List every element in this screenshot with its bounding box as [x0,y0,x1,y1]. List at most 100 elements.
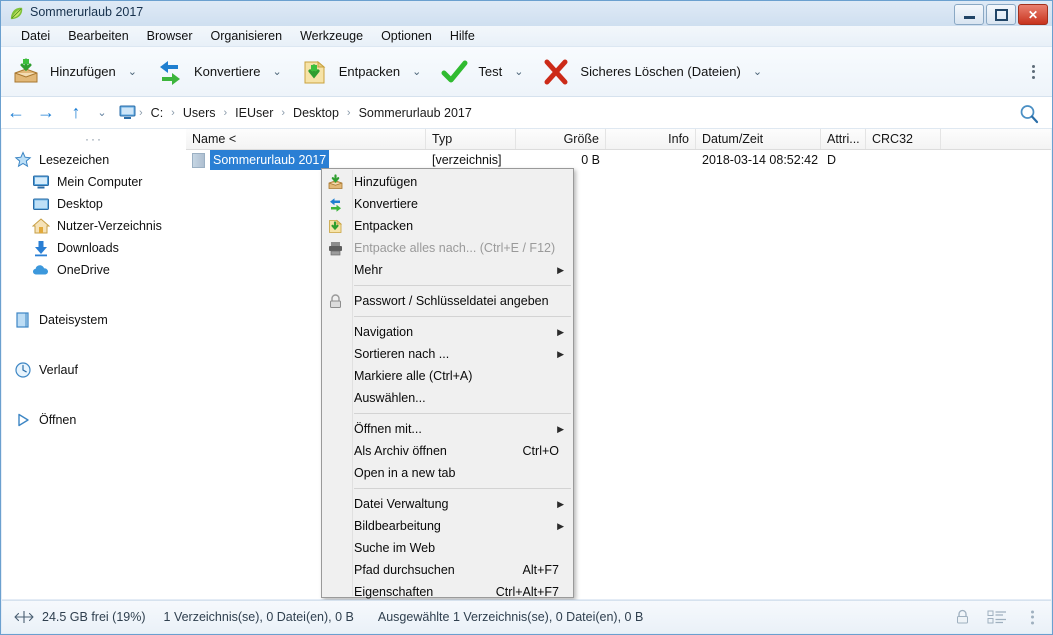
toolbar-button-test[interactable]: Test ⌄ [429,50,531,94]
sidebar-label: Mein Computer [57,175,143,189]
chevron-down-icon[interactable]: ⌄ [128,65,137,78]
sidebar-item-verlauf[interactable]: Verlauf [2,359,186,381]
check-icon [439,57,469,87]
computer-icon[interactable] [119,105,136,120]
chevron-down-icon[interactable]: ⌄ [412,65,421,78]
maximize-icon [994,8,1008,21]
context-menu-item-bildbearbeitung[interactable]: Bildbearbeitung ▶ [322,515,573,537]
context-menu-item-pfad-durchsuchen[interactable]: Pfad durchsuchen Alt+F7 [322,559,573,581]
column-header-crc32[interactable]: CRC32 [866,129,941,149]
convert-arrows-icon [327,196,344,213]
breadcrumb-item-ieuser[interactable]: IEUser [228,102,280,124]
context-menu-item-open-in-new-tab[interactable]: Open in a new tab [322,462,573,484]
submenu-arrow-icon: ▶ [557,264,564,275]
table-row[interactable]: Sommerurlaub 2017 [verzeichnis] 0 B 2018… [186,150,1051,170]
column-header-name[interactable]: Name < [186,129,426,149]
context-menu-item-passwort[interactable]: Passwort / Schlüsseldatei angeben [322,290,573,312]
context-menu-label: Navigation [354,325,414,339]
toolbar-button-hinzufuegen[interactable]: Hinzufügen ⌄ [1,50,145,94]
forward-button[interactable]: → [31,98,61,128]
sidebar-item-nutzer-verzeichnis[interactable]: Nutzer-Verzeichnis [2,215,186,237]
resize-handle-icon[interactable] [14,610,34,624]
menu-item-werkzeuge[interactable]: Werkzeuge [291,27,372,45]
folder-icon [192,152,205,168]
toolbar: Hinzufügen ⌄ Konvertiere ⌄ Entpacken ⌄ T… [1,47,1052,97]
close-icon: ✕ [1027,7,1039,22]
breadcrumb-item-c[interactable]: C: [144,102,171,124]
breadcrumb-item-current[interactable]: Sommerurlaub 2017 [352,102,479,124]
status-kebab-icon[interactable] [1023,610,1041,624]
context-menu-item-entpacken[interactable]: Entpacken [322,215,573,237]
context-menu-item-oeffnen-mit[interactable]: Öffnen mit... ▶ [322,418,573,440]
sidebar-item-lesezeichen[interactable]: Lesezeichen [2,149,186,171]
context-menu-item-sortieren-nach[interactable]: Sortieren nach ... ▶ [322,343,573,365]
breadcrumb-item-users[interactable]: Users [176,102,223,124]
close-button[interactable]: ✕ [1018,4,1048,25]
menu-item-hilfe[interactable]: Hilfe [441,27,484,45]
sidebar-item-dateisystem[interactable]: Dateisystem [2,309,186,331]
toolbar-label-hinzufuegen: Hinzufügen [50,64,116,79]
extract-all-icon [327,240,344,257]
context-menu-item-markiere-alle[interactable]: Markiere alle (Ctrl+A) [322,365,573,387]
toolbar-label-entpacken: Entpacken [338,64,401,79]
drive-icon [14,311,32,329]
column-header-attri[interactable]: Attri... [821,129,866,149]
context-menu-item-konvertiere[interactable]: Konvertiere [322,193,573,215]
context-menu-item-als-archiv-oeffnen[interactable]: Als Archiv öffnen Ctrl+O [322,440,573,462]
column-header-groesse[interactable]: Größe [516,129,606,149]
toolbar-button-entpacken[interactable]: Entpacken ⌄ [290,50,430,94]
context-menu-item-datei-verwaltung[interactable]: Datei Verwaltung ▶ [322,493,573,515]
history-dropdown-icon[interactable]: ⌄ [91,98,113,128]
sidebar-item-oeffnen[interactable]: Öffnen [2,409,186,431]
minimize-button[interactable] [954,4,984,25]
context-menu-separator [354,413,571,414]
menu-item-browser[interactable]: Browser [138,27,202,45]
file-crc32-cell [866,150,941,170]
context-menu-label: Als Archiv öffnen [354,444,447,458]
chevron-down-icon[interactable]: ⌄ [514,65,523,78]
column-header-typ[interactable]: Typ [426,129,516,149]
maximize-button[interactable] [986,4,1016,25]
status-counts: 1 Verzeichnis(se), 0 Datei(en), 0 B [163,610,354,624]
context-menu-item-auswaehlen[interactable]: Auswählen... [322,387,573,409]
clock-icon [14,361,32,379]
sidebar-item-desktop[interactable]: Desktop [2,193,186,215]
file-name-cell[interactable]: Sommerurlaub 2017 [186,150,426,170]
search-icon[interactable] [1018,103,1040,125]
menu-item-optionen[interactable]: Optionen [372,27,441,45]
toolbar-overflow-kebab-icon[interactable] [1024,64,1042,79]
sidebar-label: Desktop [57,197,103,211]
chevron-down-icon[interactable]: ⌄ [272,65,281,78]
context-menu-item-mehr[interactable]: Mehr ▶ [322,259,573,281]
context-menu-item-hinzufuegen[interactable]: Hinzufügen [322,171,573,193]
toolbar-button-sicheres-loeschen[interactable]: Sicheres Löschen (Dateien) ⌄ [531,50,770,94]
context-menu: Hinzufügen Konvertiere Entpacken Entpack… [321,168,574,599]
list-view-icon[interactable] [987,609,1007,625]
lock-icon [327,293,344,310]
up-button[interactable]: ↑ [61,98,91,128]
chevron-down-icon[interactable]: ⌄ [753,65,762,78]
toolbar-label-test: Test [478,64,503,79]
menu-item-bearbeiten[interactable]: Bearbeiten [59,27,137,45]
toolbar-label-sicheres-loeschen: Sicheres Löschen (Dateien) [580,64,741,79]
column-header-datum-zeit[interactable]: Datum/Zeit [696,129,821,149]
menu-item-organisieren[interactable]: Organisieren [202,27,292,45]
sidebar-item-mein-computer[interactable]: Mein Computer [2,171,186,193]
sidebar-more-dots[interactable]: ··· [2,129,186,149]
back-button[interactable]: ← [1,98,31,128]
menu-item-datei[interactable]: Datei [12,27,59,45]
lock-icon[interactable] [954,609,971,626]
context-menu-item-suche-im-web[interactable]: Suche im Web [322,537,573,559]
context-menu-item-navigation[interactable]: Navigation ▶ [322,321,573,343]
sidebar-item-onedrive[interactable]: OneDrive [2,259,186,281]
breadcrumb-item-desktop[interactable]: Desktop [286,102,346,124]
column-header-info[interactable]: Info [606,129,696,149]
sidebar-item-downloads[interactable]: Downloads [2,237,186,259]
minimize-icon [963,16,975,19]
toolbar-button-konvertiere[interactable]: Konvertiere ⌄ [145,50,290,94]
context-menu-label: Eigenschaften [354,585,434,599]
status-selection: Ausgewählte 1 Verzeichnis(se), 0 Datei(e… [377,610,644,624]
file-manager-window: Sommerurlaub 2017 ✕ Datei Bearbeiten Bro… [0,0,1053,635]
add-to-archive-icon [11,57,41,87]
context-menu-label: Pfad durchsuchen [354,563,455,577]
